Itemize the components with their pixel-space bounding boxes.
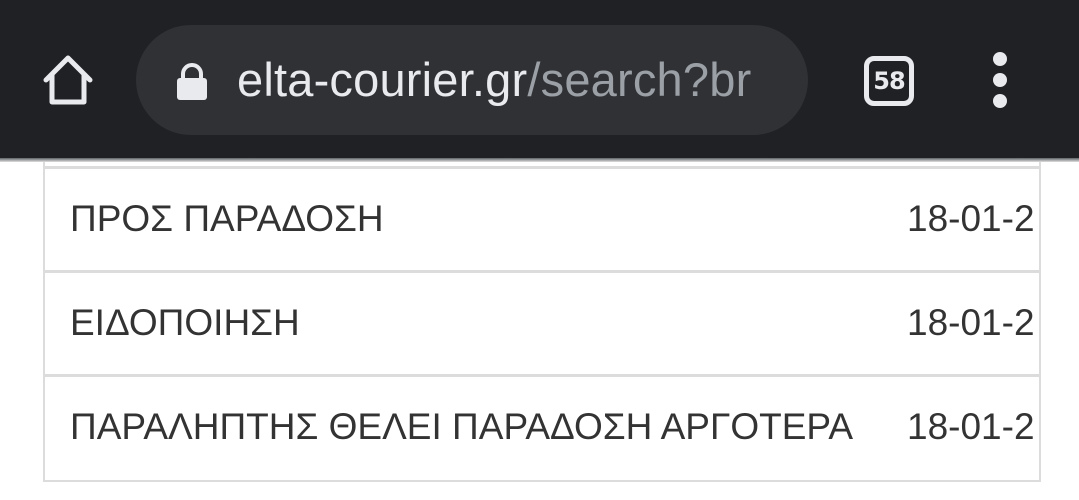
lock-icon[interactable] xyxy=(172,62,212,102)
status-cell: ΕΙΔΟΠΟΙΗΣΗ xyxy=(70,302,300,343)
home-icon xyxy=(43,55,93,105)
url-text[interactable]: elta-courier.gr/search?br xyxy=(237,52,751,108)
menu-dot xyxy=(993,52,1007,66)
table-row: ΠΑΡΑΛΗΠΤΗΣ ΘΕΛΕΙ ΠΑΡΑΔΟΣΗ ΑΡΓΟΤΕΡΑ 18-01… xyxy=(45,374,1039,476)
tab-count: 58 xyxy=(873,67,905,95)
browser-toolbar: elta-courier.gr/search?br 58 xyxy=(0,0,1079,158)
more-vert-icon[interactable] xyxy=(978,50,1024,110)
date-cell: 18-01-2 xyxy=(907,198,1035,239)
table-row: ΕΙΔΟΠΟΙΗΣΗ 18-01-2 xyxy=(45,270,1039,372)
tracking-table: ΠΡΟΣ ΠΑΡΑΔΟΣΗ 18-01-2 ΕΙΔΟΠΟΙΗΣΗ 18-01-2… xyxy=(43,162,1041,482)
date-cell: 18-01-2 xyxy=(907,302,1035,343)
status-cell: ΠΑΡΑΛΗΠΤΗΣ ΘΕΛΕΙ ΠΑΡΑΔΟΣΗ ΑΡΓΟΤΕΡΑ xyxy=(70,406,854,447)
home-button[interactable] xyxy=(38,50,98,110)
address-bar[interactable]: elta-courier.gr/search?br xyxy=(136,25,808,135)
date-cell: 18-01-2 xyxy=(907,406,1035,447)
url-domain: elta-courier.gr xyxy=(237,53,528,106)
table-row: ΠΡΟΣ ΠΑΡΑΔΟΣΗ 18-01-2 xyxy=(45,166,1039,268)
tabs-icon: 58 xyxy=(864,56,914,106)
menu-dot xyxy=(993,94,1007,108)
status-cell: ΠΡΟΣ ΠΑΡΑΔΟΣΗ xyxy=(70,198,384,239)
tab-switcher-button[interactable]: 58 xyxy=(860,52,916,108)
menu-dot xyxy=(993,73,1007,87)
url-path: /search?br xyxy=(527,53,752,106)
